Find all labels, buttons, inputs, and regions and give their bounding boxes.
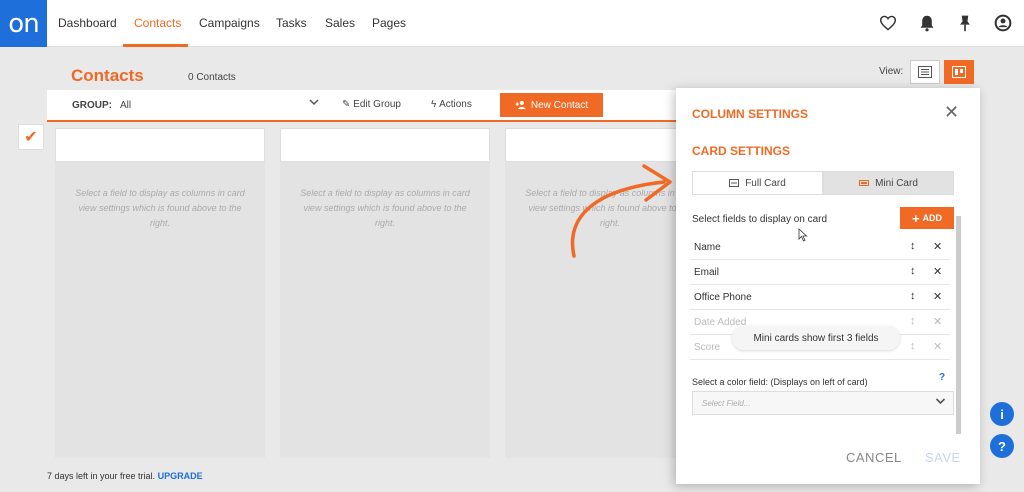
- remove-field-icon[interactable]: ✕: [933, 240, 942, 253]
- trial-notice: 7 days left in your free trial. UPGRADE: [47, 471, 203, 481]
- column-header: [280, 128, 490, 162]
- add-field-button[interactable]: + ADD: [900, 207, 954, 229]
- column-settings-panel: COLUMN SETTINGS ✕ CARD SETTINGS Full Car…: [676, 88, 980, 484]
- plus-icon: +: [911, 210, 920, 226]
- column-header: [55, 128, 265, 162]
- page-title: Contacts: [71, 66, 144, 85]
- help-button[interactable]: ?: [990, 434, 1014, 458]
- remove-field-icon[interactable]: ✕: [933, 340, 942, 353]
- panel-title: COLUMN SETTINGS: [692, 107, 808, 121]
- list-view-icon: [918, 66, 932, 78]
- edit-group-label: Edit Group: [353, 99, 401, 110]
- new-contact-label: New Contact: [530, 99, 589, 111]
- user-icon[interactable]: [992, 12, 1014, 34]
- cancel-button[interactable]: CANCEL: [846, 450, 902, 465]
- help-icon[interactable]: ?: [939, 372, 951, 384]
- add-user-icon: [515, 100, 526, 110]
- annotation-arrow-icon: [570, 164, 672, 258]
- heart-icon[interactable]: [877, 12, 899, 34]
- upgrade-link[interactable]: UPGRADE: [158, 471, 203, 481]
- field-name: Email: [694, 267, 720, 278]
- field-name: Score: [694, 342, 721, 353]
- full-card-toggle[interactable]: Full Card: [692, 171, 823, 195]
- pencil-icon: ✎: [342, 99, 351, 110]
- nav-pages[interactable]: Pages: [372, 16, 406, 30]
- checkmark-icon: ✔: [24, 129, 38, 146]
- select-fields-label: Select fields to display on card: [692, 214, 828, 225]
- contact-count: 0 Contacts: [188, 72, 236, 83]
- drag-handle-icon[interactable]: ↕: [910, 290, 916, 302]
- column-hint: Select a field to display as columns in …: [75, 188, 245, 228]
- pin-icon[interactable]: [954, 12, 976, 34]
- column-hint: Select a field to display as columns in …: [300, 188, 470, 228]
- drag-handle-icon[interactable]: ↕: [910, 265, 916, 277]
- info-icon[interactable]: i: [990, 402, 1014, 426]
- card-view-button[interactable]: [944, 60, 974, 84]
- list-item: Email ↕ ✕: [690, 260, 950, 285]
- chevron-down-icon: [935, 396, 946, 408]
- view-label: View:: [879, 66, 904, 77]
- nav-tasks[interactable]: Tasks: [276, 16, 307, 30]
- color-field-placeholder: Select Field...: [702, 399, 751, 408]
- trial-text: 7 days left in your free trial.: [47, 471, 156, 481]
- mini-card-label: Mini Card: [875, 177, 918, 189]
- full-card-icon: [729, 179, 740, 187]
- list-view-button[interactable]: [910, 60, 940, 84]
- mouse-cursor-icon: [798, 228, 808, 242]
- mini-card-icon: [859, 180, 870, 186]
- mini-card-toggle[interactable]: Mini Card: [823, 171, 954, 195]
- card-column: Select a field to display as columns in …: [55, 128, 265, 458]
- save-button[interactable]: SAVE: [925, 450, 961, 465]
- actions-label: Actions: [439, 99, 472, 110]
- color-field-select[interactable]: Select Field...: [692, 391, 954, 415]
- drag-handle-icon[interactable]: ↕: [910, 240, 916, 252]
- field-name: Office Phone: [694, 292, 752, 303]
- card-settings-heading: CARD SETTINGS: [692, 144, 791, 158]
- select-all-checkbox[interactable]: ✔: [18, 124, 44, 150]
- mini-card-tooltip: Mini cards show first 3 fields: [732, 326, 900, 350]
- card-view-icon: [952, 66, 966, 78]
- new-contact-button[interactable]: New Contact: [500, 93, 603, 117]
- actions-button[interactable]: ϟ Actions: [431, 99, 472, 110]
- add-label: ADD: [922, 213, 943, 223]
- app-logo[interactable]: on: [0, 0, 47, 47]
- field-name: Name: [694, 242, 721, 253]
- top-navigation-bar: on Dashboard Contacts Campaigns Tasks Sa…: [0, 0, 1024, 47]
- group-label: GROUP:: [72, 100, 112, 111]
- chevron-down-icon[interactable]: [309, 98, 319, 109]
- edit-group-button[interactable]: ✎ Edit Group: [342, 99, 401, 110]
- list-item: Office Phone ↕ ✕: [690, 285, 950, 310]
- panel-scrollbar[interactable]: [956, 216, 961, 434]
- bell-icon[interactable]: [916, 12, 938, 34]
- remove-field-icon[interactable]: ✕: [933, 265, 942, 278]
- close-icon[interactable]: ✕: [944, 102, 959, 123]
- nav-sales[interactable]: Sales: [325, 16, 355, 30]
- full-card-label: Full Card: [745, 177, 786, 189]
- lightning-icon: ϟ: [431, 99, 437, 110]
- remove-field-icon[interactable]: ✕: [933, 315, 942, 328]
- drag-handle-icon[interactable]: ↕: [910, 340, 916, 352]
- remove-field-icon[interactable]: ✕: [933, 290, 942, 303]
- color-field-label: Select a color field: (Displays on left …: [692, 377, 868, 387]
- card-column: Select a field to display as columns in …: [280, 128, 490, 458]
- list-item: Name ↕ ✕: [690, 235, 950, 260]
- nav-contacts[interactable]: Contacts: [134, 16, 181, 30]
- drag-handle-icon[interactable]: ↕: [910, 315, 916, 327]
- nav-campaigns[interactable]: Campaigns: [199, 16, 260, 30]
- group-select[interactable]: All: [120, 100, 131, 111]
- active-tab-indicator: [123, 44, 188, 47]
- nav-dashboard[interactable]: Dashboard: [58, 16, 117, 30]
